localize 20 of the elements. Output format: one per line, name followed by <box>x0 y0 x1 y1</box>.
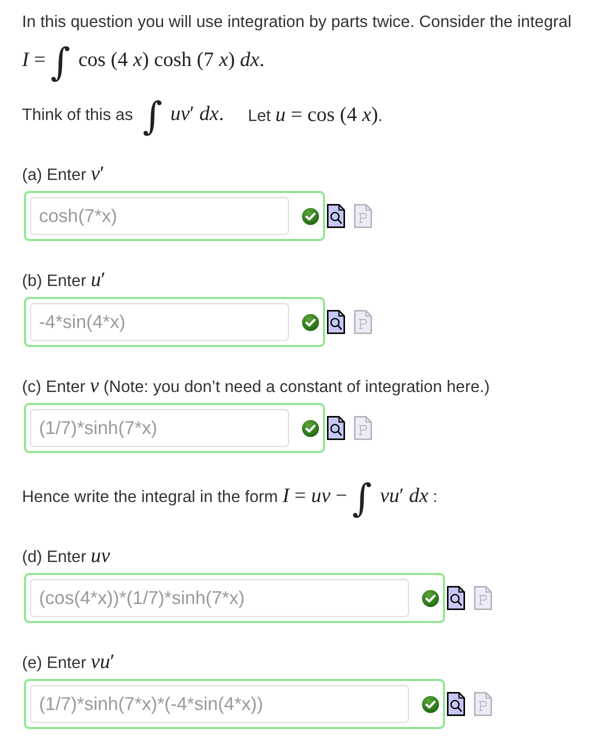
part-label: (b) Enter u′ <box>22 269 106 293</box>
document-magnifier-icon[interactable] <box>447 586 465 610</box>
part-label: (c) Enter v (Note: you don’t need a constant of integration here.) <box>22 375 490 399</box>
formula-text: Hence write the integral in the form I = uv −∫ vu′ dx : <box>22 476 438 520</box>
answer-field[interactable]: cosh(7*x) <box>30 197 289 235</box>
question-text: In this question you will use integration by parts twice. Consider the integral <box>22 12 572 33</box>
answer-field[interactable]: (1/7)*sinh(7*x)*(-4*sin(4*x)) <box>30 685 409 723</box>
answer-field[interactable]: (cos(4*x))*(1/7)*sinh(7*x) <box>30 579 409 617</box>
part-label: (d) Enter uv <box>22 545 110 569</box>
answer-field[interactable]: -4*sin(4*x) <box>30 303 289 341</box>
formula-text: I =∫ cos (4 x) cosh (7 x) dx. <box>22 40 264 84</box>
formula-text: Let u = cos (4 x). <box>248 104 383 128</box>
document-magnifier-icon[interactable] <box>447 692 465 716</box>
part-label: (a) Enter v′ <box>22 163 104 187</box>
document-magnifier-icon[interactable] <box>327 204 345 228</box>
answer-field[interactable]: (1/7)*sinh(7*x) <box>30 409 289 447</box>
part-label: (e) Enter vu′ <box>22 651 115 675</box>
document-magnifier-icon[interactable] <box>327 310 345 334</box>
document-magnifier-icon[interactable] <box>327 416 345 440</box>
formula-text: Think of this as ∫ uv′ dx. <box>22 94 224 138</box>
